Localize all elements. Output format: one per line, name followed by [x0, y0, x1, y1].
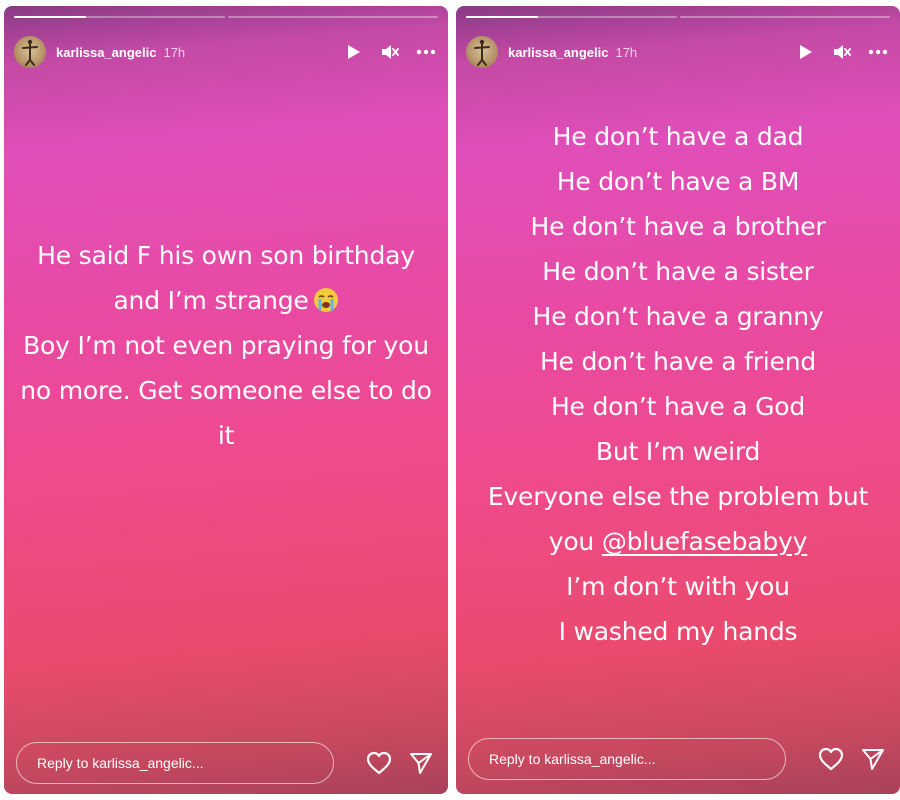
caption-line: Everyone else the problem but — [487, 482, 869, 511]
story-progress-bar — [466, 16, 890, 18]
footer-actions — [366, 750, 434, 776]
progress-segment — [227, 16, 438, 18]
more-icon[interactable] — [416, 42, 436, 62]
progress-segment — [679, 16, 890, 18]
story-header: karlissa_angelic 17h — [466, 34, 888, 70]
footer-actions — [818, 746, 886, 772]
send-icon[interactable] — [408, 750, 434, 776]
reply-input[interactable]: Reply to karlissa_angelic... — [468, 738, 786, 780]
story-controls — [344, 42, 436, 62]
progress-segment — [466, 16, 677, 18]
caption-line: He don’t have a brother — [530, 212, 826, 241]
caption-line: you @bluefasebabyy — [456, 519, 900, 564]
caption-line: I’m don’t with you — [566, 572, 790, 601]
caption-line: He don’t have a friend — [539, 347, 817, 376]
timestamp: 17h — [615, 44, 638, 60]
avatar-figure — [474, 39, 490, 66]
mute-icon[interactable] — [832, 42, 852, 62]
story-footer: Reply to karlissa_angelic... — [16, 740, 434, 786]
caption-line: He don’t have a dad — [552, 122, 804, 151]
progress-segment — [14, 16, 225, 18]
loudly-crying-face-emoji — [313, 282, 339, 312]
story-footer: Reply to karlissa_angelic... — [468, 736, 886, 782]
more-icon[interactable] — [868, 42, 888, 62]
caption-line: He don’t have a God — [550, 392, 806, 421]
username[interactable]: karlissa_angelic — [508, 45, 608, 60]
story-header: karlissa_angelic 17h — [14, 34, 436, 70]
story-panel-right[interactable]: karlissa_angelic 17h He don’t have a dad… — [456, 6, 900, 794]
caption-line: He said F his own son birthday — [37, 241, 415, 270]
mention-link[interactable]: @bluefasebabyy — [602, 527, 808, 556]
caption-line: He don’t have a granny — [532, 302, 824, 331]
caption-line: But I’m weird — [595, 437, 761, 466]
mute-icon[interactable] — [380, 42, 400, 62]
story-caption: He don’t have a dad He don’t have a BM H… — [456, 114, 900, 654]
caption-line: Boy I’m not even praying for you — [23, 331, 429, 360]
play-icon[interactable] — [344, 42, 364, 62]
reply-input[interactable]: Reply to karlissa_angelic... — [16, 742, 334, 784]
heart-icon[interactable] — [818, 746, 844, 772]
heart-icon[interactable] — [366, 750, 392, 776]
story-caption: He said F his own son birthday and I’m s… — [4, 233, 448, 458]
caption-line: it — [217, 421, 235, 450]
story-controls — [796, 42, 888, 62]
username[interactable]: karlissa_angelic — [56, 45, 156, 60]
avatar[interactable] — [466, 36, 498, 68]
caption-line-text: and I’m strange — [113, 286, 309, 315]
caption-line: and I’m strange — [4, 278, 448, 323]
timestamp: 17h — [163, 44, 186, 60]
caption-line: He don’t have a sister — [542, 257, 814, 286]
story-comparison: karlissa_angelic 17h He said F his own s… — [0, 0, 900, 800]
story-progress-bar — [14, 16, 438, 18]
avatar-figure — [22, 39, 38, 66]
caption-line: no more. Get someone else to do — [20, 376, 432, 405]
story-panel-left[interactable]: karlissa_angelic 17h He said F his own s… — [4, 6, 448, 794]
caption-line: He don’t have a BM — [556, 167, 800, 196]
play-icon[interactable] — [796, 42, 816, 62]
caption-line: I washed my hands — [558, 617, 798, 646]
send-icon[interactable] — [860, 746, 886, 772]
avatar[interactable] — [14, 36, 46, 68]
caption-line-text: you — [548, 527, 595, 556]
